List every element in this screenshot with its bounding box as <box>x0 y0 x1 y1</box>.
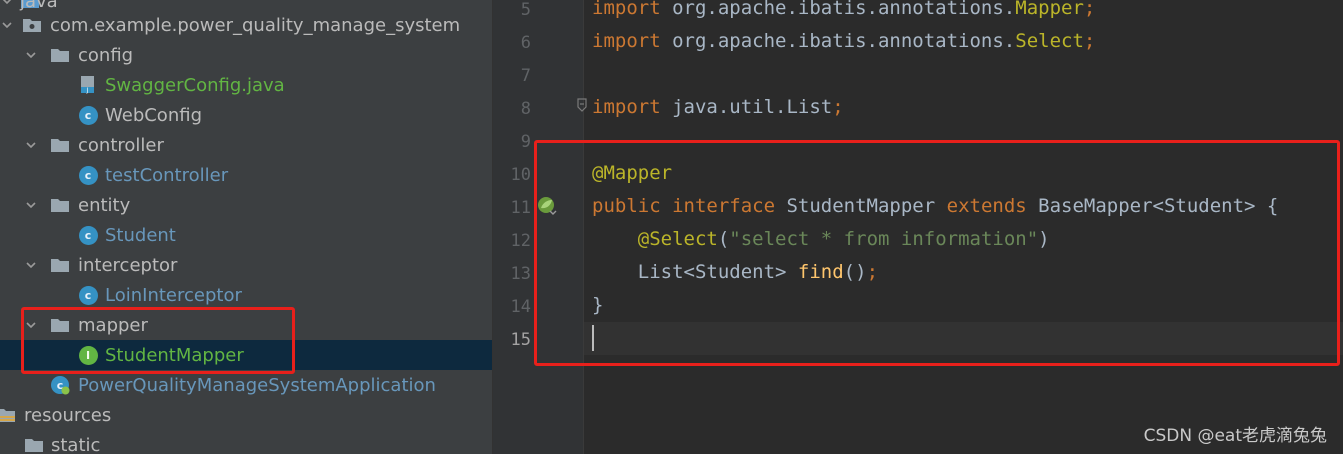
highlight-box-tree <box>21 307 295 374</box>
highlight-box-code <box>534 140 1340 366</box>
tree-item-webconfig[interactable]: c WebConfig <box>0 100 492 130</box>
fold-marker-icon[interactable] <box>577 98 587 112</box>
tree-item-swaggerconfig[interactable]: J SwaggerConfig.java <box>0 70 492 100</box>
watermark: CSDN @eat老虎滴兔兔 <box>1143 426 1327 446</box>
tree-item-label: config <box>78 44 134 66</box>
token-class: Select <box>1015 30 1084 52</box>
tree-item-package[interactable]: com.example.power_quality_manage_system <box>0 10 492 40</box>
token-keyword: import <box>592 96 673 118</box>
project-tree-panel: java com.example.power_quality_manage_sy… <box>0 0 492 454</box>
token-text: org.apache.ibatis.annotations. <box>672 30 1016 52</box>
tree-item-label: SwaggerConfig.java <box>105 74 285 96</box>
line-number: 7 <box>520 66 531 86</box>
tree-item-label: LoinInterceptor <box>105 284 242 306</box>
chevron-down-icon[interactable] <box>24 138 38 152</box>
tree-item-application[interactable]: c PowerQualityManageSystemApplication <box>0 370 492 400</box>
token-text: org.apache.ibatis.annotations. <box>672 0 1016 19</box>
token-semicolon: ; <box>1083 30 1096 52</box>
tree-item-resources[interactable]: resources <box>0 400 492 430</box>
tree-item-label: controller <box>78 134 164 156</box>
code-line-5[interactable]: import org.apache.ibatis.annotations.Map… <box>592 0 1095 19</box>
tree-item-label: static <box>51 434 101 454</box>
tree-item-loininterceptor[interactable]: c LoinInterceptor <box>0 280 492 310</box>
class-icon: c <box>78 225 98 245</box>
line-number: 13 <box>510 264 531 284</box>
class-icon: c <box>78 105 98 125</box>
folder-icon <box>50 195 70 215</box>
tree-item-label: PowerQualityManageSystemApplication <box>78 374 436 396</box>
line-number: 12 <box>510 231 531 251</box>
line-number: 14 <box>510 297 531 317</box>
line-number: 10 <box>510 165 531 185</box>
package-icon <box>22 15 42 35</box>
class-icon: c <box>78 165 98 185</box>
chevron-down-icon[interactable] <box>0 18 14 32</box>
tree-item-label: com.example.power_quality_manage_system <box>50 14 461 36</box>
folder-icon <box>50 45 70 65</box>
code-line-6[interactable]: import org.apache.ibatis.annotations.Sel… <box>592 30 1095 52</box>
tree-item-config[interactable]: config <box>0 40 492 70</box>
tree-item-static[interactable]: static <box>0 430 492 454</box>
resources-folder-icon <box>0 405 16 425</box>
tree-item-student[interactable]: c Student <box>0 220 492 250</box>
token-keyword: import <box>592 30 673 52</box>
folder-icon <box>50 135 70 155</box>
token-class: Mapper <box>1015 0 1084 19</box>
line-number: 8 <box>520 99 531 119</box>
chevron-down-icon[interactable] <box>24 198 38 212</box>
line-number: 9 <box>520 132 531 152</box>
tree-item-label: resources <box>24 404 112 426</box>
spring-boot-class-icon: c <box>50 375 70 395</box>
folder-icon <box>24 435 44 454</box>
tree-item-controller[interactable]: controller <box>0 130 492 160</box>
tree-item-label: WebConfig <box>105 104 202 126</box>
tree-item-testcontroller[interactable]: c testController <box>0 160 492 190</box>
java-file-icon: J <box>78 75 98 95</box>
tree-item-interceptor[interactable]: interceptor <box>0 250 492 280</box>
class-icon: c <box>78 285 98 305</box>
line-number: 6 <box>520 33 531 53</box>
code-line-8[interactable]: import java.util.List; <box>592 96 844 118</box>
chevron-down-icon[interactable] <box>0 0 14 8</box>
tree-item-label: interceptor <box>78 254 178 276</box>
chevron-down-icon[interactable] <box>24 258 38 272</box>
chevron-down-icon[interactable] <box>24 48 38 62</box>
line-number: 11 <box>510 198 531 218</box>
token-semicolon: ; <box>1083 0 1096 19</box>
token-keyword: import <box>592 0 673 19</box>
line-number: 5 <box>520 0 531 20</box>
tree-item-label: entity <box>78 194 131 216</box>
token-semicolon: ; <box>832 96 844 118</box>
token-text: java.util.List <box>672 96 833 118</box>
tree-item-label: Student <box>105 224 176 246</box>
tree-item-label: testController <box>105 164 229 186</box>
line-number-current: 15 <box>510 330 531 350</box>
tree-item-entity[interactable]: entity <box>0 190 492 220</box>
folder-icon <box>50 255 70 275</box>
svg-text:J: J <box>86 87 89 94</box>
